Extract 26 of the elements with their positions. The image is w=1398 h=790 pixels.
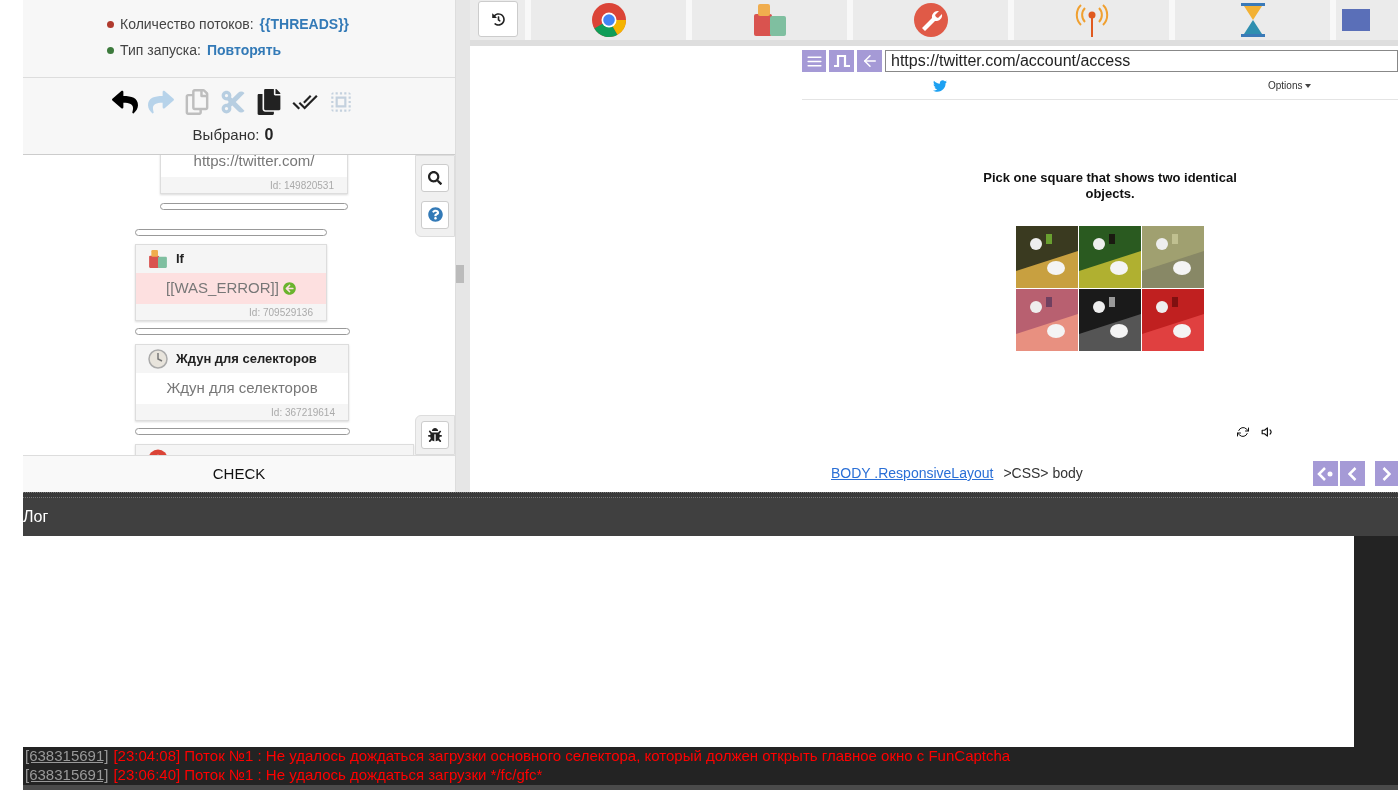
log-message: [23:06:40] Поток №1 : Не удалось дождаться загрузки */fc/gfc* (113, 765, 543, 786)
node-title: Ждун для селекторов (176, 350, 317, 369)
options-menu[interactable]: Options (1268, 78, 1312, 93)
breadcrumb-link[interactable]: BODY .ResponsiveLayout (831, 463, 994, 484)
node-card[interactable]: https://twitter.com/ Id: 149820531 (160, 155, 348, 194)
log-message: [23:04:08] Поток №1 : Не удалось дождаться загрузки основного селектора, который должен открыть главное окно с FunCaptcha (113, 746, 1011, 767)
selection-count: 0 (264, 125, 274, 145)
captcha-title: Pick one square that shows two identical objects. (982, 170, 1238, 202)
node-id: Id: 149820531 (270, 178, 334, 193)
info-value[interactable]: {{THREADS}} (259, 14, 350, 35)
node-card[interactable]: If [[WAS_ERROR]] Id: 709529136 (135, 244, 327, 321)
node-id: Id: 709529136 (249, 305, 313, 320)
node-id: Id: 367219614 (271, 405, 335, 420)
info-label: Количество потоков: (120, 15, 254, 34)
node-text: https://twitter.com/ (193, 155, 315, 172)
info-label: Тип запуска: (120, 41, 201, 60)
node-text: [[WAS_ERROR]] (166, 278, 279, 299)
url-field[interactable]: https://twitter.com/account/access (885, 50, 1398, 72)
node-text: Ждун для селекторов (166, 378, 318, 399)
breadcrumb-text: >CSS> body (1003, 464, 1083, 483)
check-button[interactable]: CHECK (23, 455, 455, 492)
node-title: If (176, 250, 184, 269)
node-card[interactable]: Ждун для селекторов Ждун для селекторов Id: 367219614 (135, 344, 349, 421)
info-value[interactable]: Повторять (206, 40, 282, 61)
log-title: Лог (23, 507, 49, 527)
selection-label: Выбрано: (192, 124, 260, 145)
